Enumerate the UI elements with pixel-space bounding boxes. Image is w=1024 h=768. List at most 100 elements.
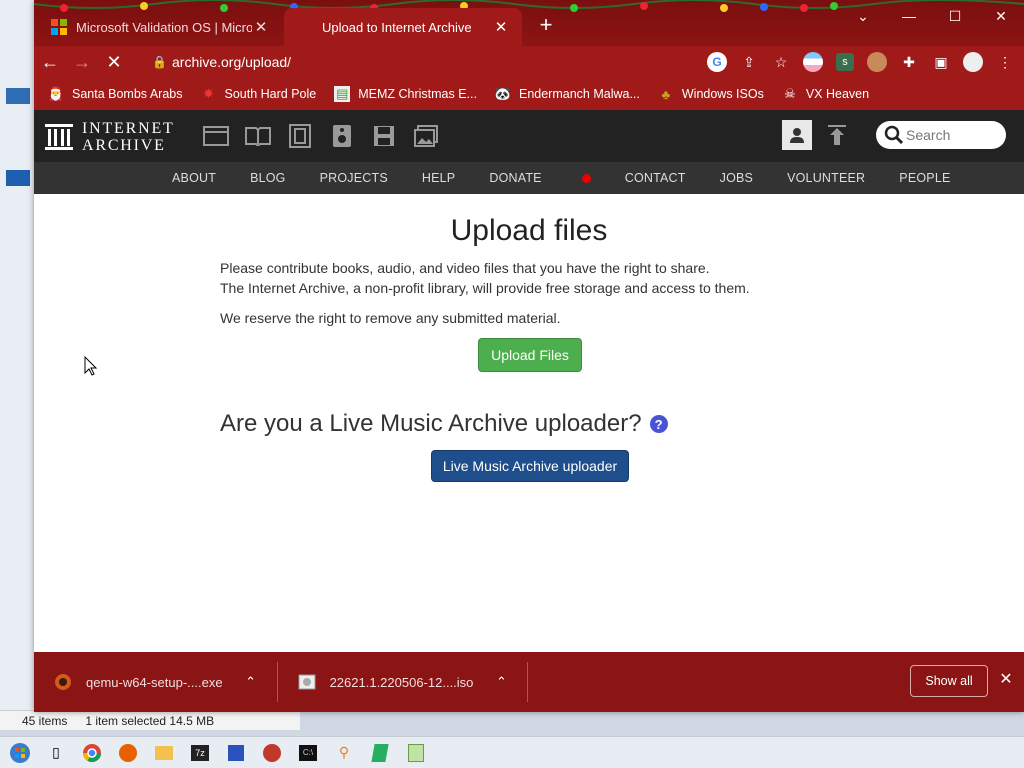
tab-strip: Microsoft Validation OS | Micros ✕ Uploa… bbox=[34, 0, 1024, 46]
lock-icon[interactable]: 🔒 bbox=[152, 55, 172, 69]
search-placeholder: Search bbox=[906, 127, 951, 143]
browser-window: Microsoft Validation OS | Micros ✕ Uploa… bbox=[34, 0, 1024, 712]
nav-projects[interactable]: PROJECTS bbox=[320, 171, 388, 185]
browser-toolbar: ← → ✕ 🔒 archive.org/upload/ G ⇪ ☆ s ✚ ▣ … bbox=[34, 46, 1024, 78]
audio-speaker-icon[interactable] bbox=[326, 122, 358, 150]
firefox-icon[interactable] bbox=[116, 741, 140, 765]
download-item-iso[interactable]: 22621.1.220506-12....iso ⌃ bbox=[278, 662, 510, 702]
extensions-puzzle-icon[interactable]: ✚ bbox=[896, 49, 922, 75]
upload-button[interactable] bbox=[822, 120, 852, 150]
media-type-icons bbox=[200, 122, 442, 150]
software-floppy-icon[interactable] bbox=[368, 122, 400, 150]
app-icon[interactable] bbox=[224, 741, 248, 765]
toolbar-icons: G ⇪ ☆ s ✚ ▣ ⋮ bbox=[704, 46, 1018, 78]
tab-microsoft-validation-os[interactable]: Microsoft Validation OS | Micros ✕ bbox=[38, 8, 282, 46]
donate-heart-dot-icon bbox=[581, 174, 591, 184]
stop-loading-button[interactable]: ✕ bbox=[98, 46, 130, 78]
internet-archive-logo[interactable]: INTERNET ARCHIVE bbox=[44, 120, 175, 154]
tab-upload-to-internet-archive[interactable]: Upload to Internet Archive ✕ bbox=[284, 8, 522, 46]
image-icon: ▤ bbox=[334, 86, 351, 102]
chevron-up-icon[interactable]: ⌃ bbox=[243, 674, 259, 690]
nav-about[interactable]: ABOUT bbox=[172, 171, 216, 185]
close-tab-icon[interactable]: ✕ bbox=[252, 18, 270, 36]
upload-page-content: Upload files Please contribute books, au… bbox=[34, 194, 1024, 652]
download-item-qemu[interactable]: qemu-w64-setup-....exe ⌃ bbox=[34, 662, 259, 702]
green-app-icon[interactable] bbox=[368, 741, 392, 765]
ia-top-nav: ABOUT BLOG PROJECTS HELP DONATE CONTACT … bbox=[34, 162, 1024, 194]
nav-donate[interactable]: DONATE bbox=[489, 171, 591, 185]
start-orb-icon[interactable] bbox=[8, 741, 32, 765]
search-icon bbox=[884, 125, 904, 145]
upload-arrow-icon bbox=[828, 125, 846, 145]
disclaimer-text: We reserve the right to remove any submi… bbox=[220, 310, 561, 326]
nav-contact[interactable]: CONTACT bbox=[625, 171, 686, 185]
close-window-button[interactable]: ✕ bbox=[978, 0, 1024, 32]
close-downloads-bar-icon[interactable]: ✕ bbox=[996, 670, 1016, 690]
bookmark-star-icon[interactable]: ☆ bbox=[768, 49, 794, 75]
explorer-item-count: 45 items bbox=[22, 713, 68, 728]
nav-blog[interactable]: BLOG bbox=[250, 171, 286, 185]
nav-volunteer[interactable]: VOLUNTEER bbox=[787, 171, 865, 185]
help-icon[interactable]: ? bbox=[649, 415, 668, 433]
explorer-status-bar: 45 items 1 item selected 14.5 MB bbox=[0, 710, 300, 730]
chrome-icon[interactable] bbox=[80, 741, 104, 765]
show-all-downloads-button[interactable]: Show all bbox=[910, 665, 988, 697]
upload-files-button[interactable]: Upload Files bbox=[478, 338, 582, 372]
texts-book-icon[interactable] bbox=[242, 122, 274, 150]
nav-people[interactable]: PEOPLE bbox=[899, 171, 950, 185]
command-prompt-icon[interactable]: C:\ bbox=[296, 741, 320, 765]
extension-s-icon[interactable]: s bbox=[832, 49, 858, 75]
extension-flag-icon[interactable] bbox=[800, 49, 826, 75]
bookmark-santa-bombs-arabs[interactable]: 🎅 Santa Bombs Arabs bbox=[47, 86, 183, 102]
maximize-button[interactable]: ☐ bbox=[932, 0, 978, 32]
web-icon[interactable] bbox=[200, 122, 232, 150]
live-music-archive-uploader-button[interactable]: Live Music Archive uploader bbox=[431, 450, 629, 482]
intro-text-2: The Internet Archive, a non-profit libra… bbox=[220, 280, 750, 296]
lma-heading-text: Are you a Live Music Archive uploader? bbox=[220, 410, 642, 437]
url-text: archive.org/upload/ bbox=[172, 54, 292, 70]
bookmarks-bar: 🎅 Santa Bombs Arabs ✸ South Hard Pole ▤ MEM… bbox=[34, 78, 1024, 110]
star-icon: ✸ bbox=[203, 86, 214, 101]
side-panel-icon[interactable]: ▣ bbox=[928, 49, 954, 75]
iso-file-icon bbox=[298, 674, 316, 690]
loading-icon bbox=[296, 18, 314, 36]
extension-avatar-icon[interactable] bbox=[864, 49, 890, 75]
intro-text-1: Please contribute books, audio, and vide… bbox=[220, 260, 710, 276]
chevron-up-icon[interactable]: ⌃ bbox=[493, 674, 509, 690]
taskbar: ▯ 7z C:\ ⚲ bbox=[0, 736, 1024, 768]
close-tab-icon[interactable]: ✕ bbox=[492, 18, 510, 36]
forward-button[interactable]: → bbox=[66, 46, 98, 78]
file-explorer-icon[interactable] bbox=[152, 741, 176, 765]
tab-title: Upload to Internet Archive bbox=[322, 19, 472, 35]
santa-icon: 🎅 bbox=[47, 86, 65, 101]
7zip-icon[interactable]: 7z bbox=[188, 741, 212, 765]
downloads-bar: qemu-w64-setup-....exe ⌃ 22621.1.220506-… bbox=[34, 652, 1024, 712]
tab-search-chevron-icon[interactable]: ⌄ bbox=[840, 0, 886, 32]
user-account-button[interactable] bbox=[782, 120, 812, 150]
profile-icon[interactable] bbox=[960, 49, 986, 75]
new-tab-button[interactable]: + bbox=[534, 14, 558, 38]
mouse-cursor-icon bbox=[84, 356, 98, 376]
search-tool-icon[interactable]: ⚲ bbox=[332, 741, 356, 765]
bookmark-endermanch-malware[interactable]: 🐼 Endermanch Malwa... bbox=[495, 86, 640, 102]
nav-donate-label: DONATE bbox=[489, 171, 542, 185]
download-filename: 22621.1.220506-12....iso bbox=[329, 674, 474, 690]
notepad-icon[interactable] bbox=[404, 741, 428, 765]
menu-icon[interactable]: ⋮ bbox=[992, 49, 1018, 75]
nav-jobs[interactable]: JOBS bbox=[720, 171, 753, 185]
ia-search-input[interactable]: Search bbox=[876, 121, 1006, 149]
images-icon[interactable] bbox=[410, 122, 442, 150]
bookmark-windows-isos[interactable]: ♣ Windows ISOs bbox=[658, 86, 764, 102]
share-icon[interactable]: ⇪ bbox=[736, 49, 762, 75]
window-controls: ⌄ — ☐ ✕ bbox=[840, 0, 1024, 32]
minimize-button[interactable]: — bbox=[886, 0, 932, 32]
video-film-icon[interactable] bbox=[284, 122, 316, 150]
nav-help[interactable]: HELP bbox=[422, 171, 455, 185]
google-lens-icon[interactable]: G bbox=[704, 49, 730, 75]
bookmark-vx-heaven[interactable]: ☠ VX Heaven bbox=[782, 86, 869, 102]
bookmark-south-hard-pole[interactable]: ✸ South Hard Pole bbox=[200, 86, 316, 102]
qemu-icon[interactable] bbox=[260, 741, 284, 765]
task-view-icon[interactable]: ▯ bbox=[44, 741, 68, 765]
back-button[interactable]: ← bbox=[34, 46, 66, 78]
bookmark-memz-christmas[interactable]: ▤ MEMZ Christmas E... bbox=[334, 86, 477, 102]
